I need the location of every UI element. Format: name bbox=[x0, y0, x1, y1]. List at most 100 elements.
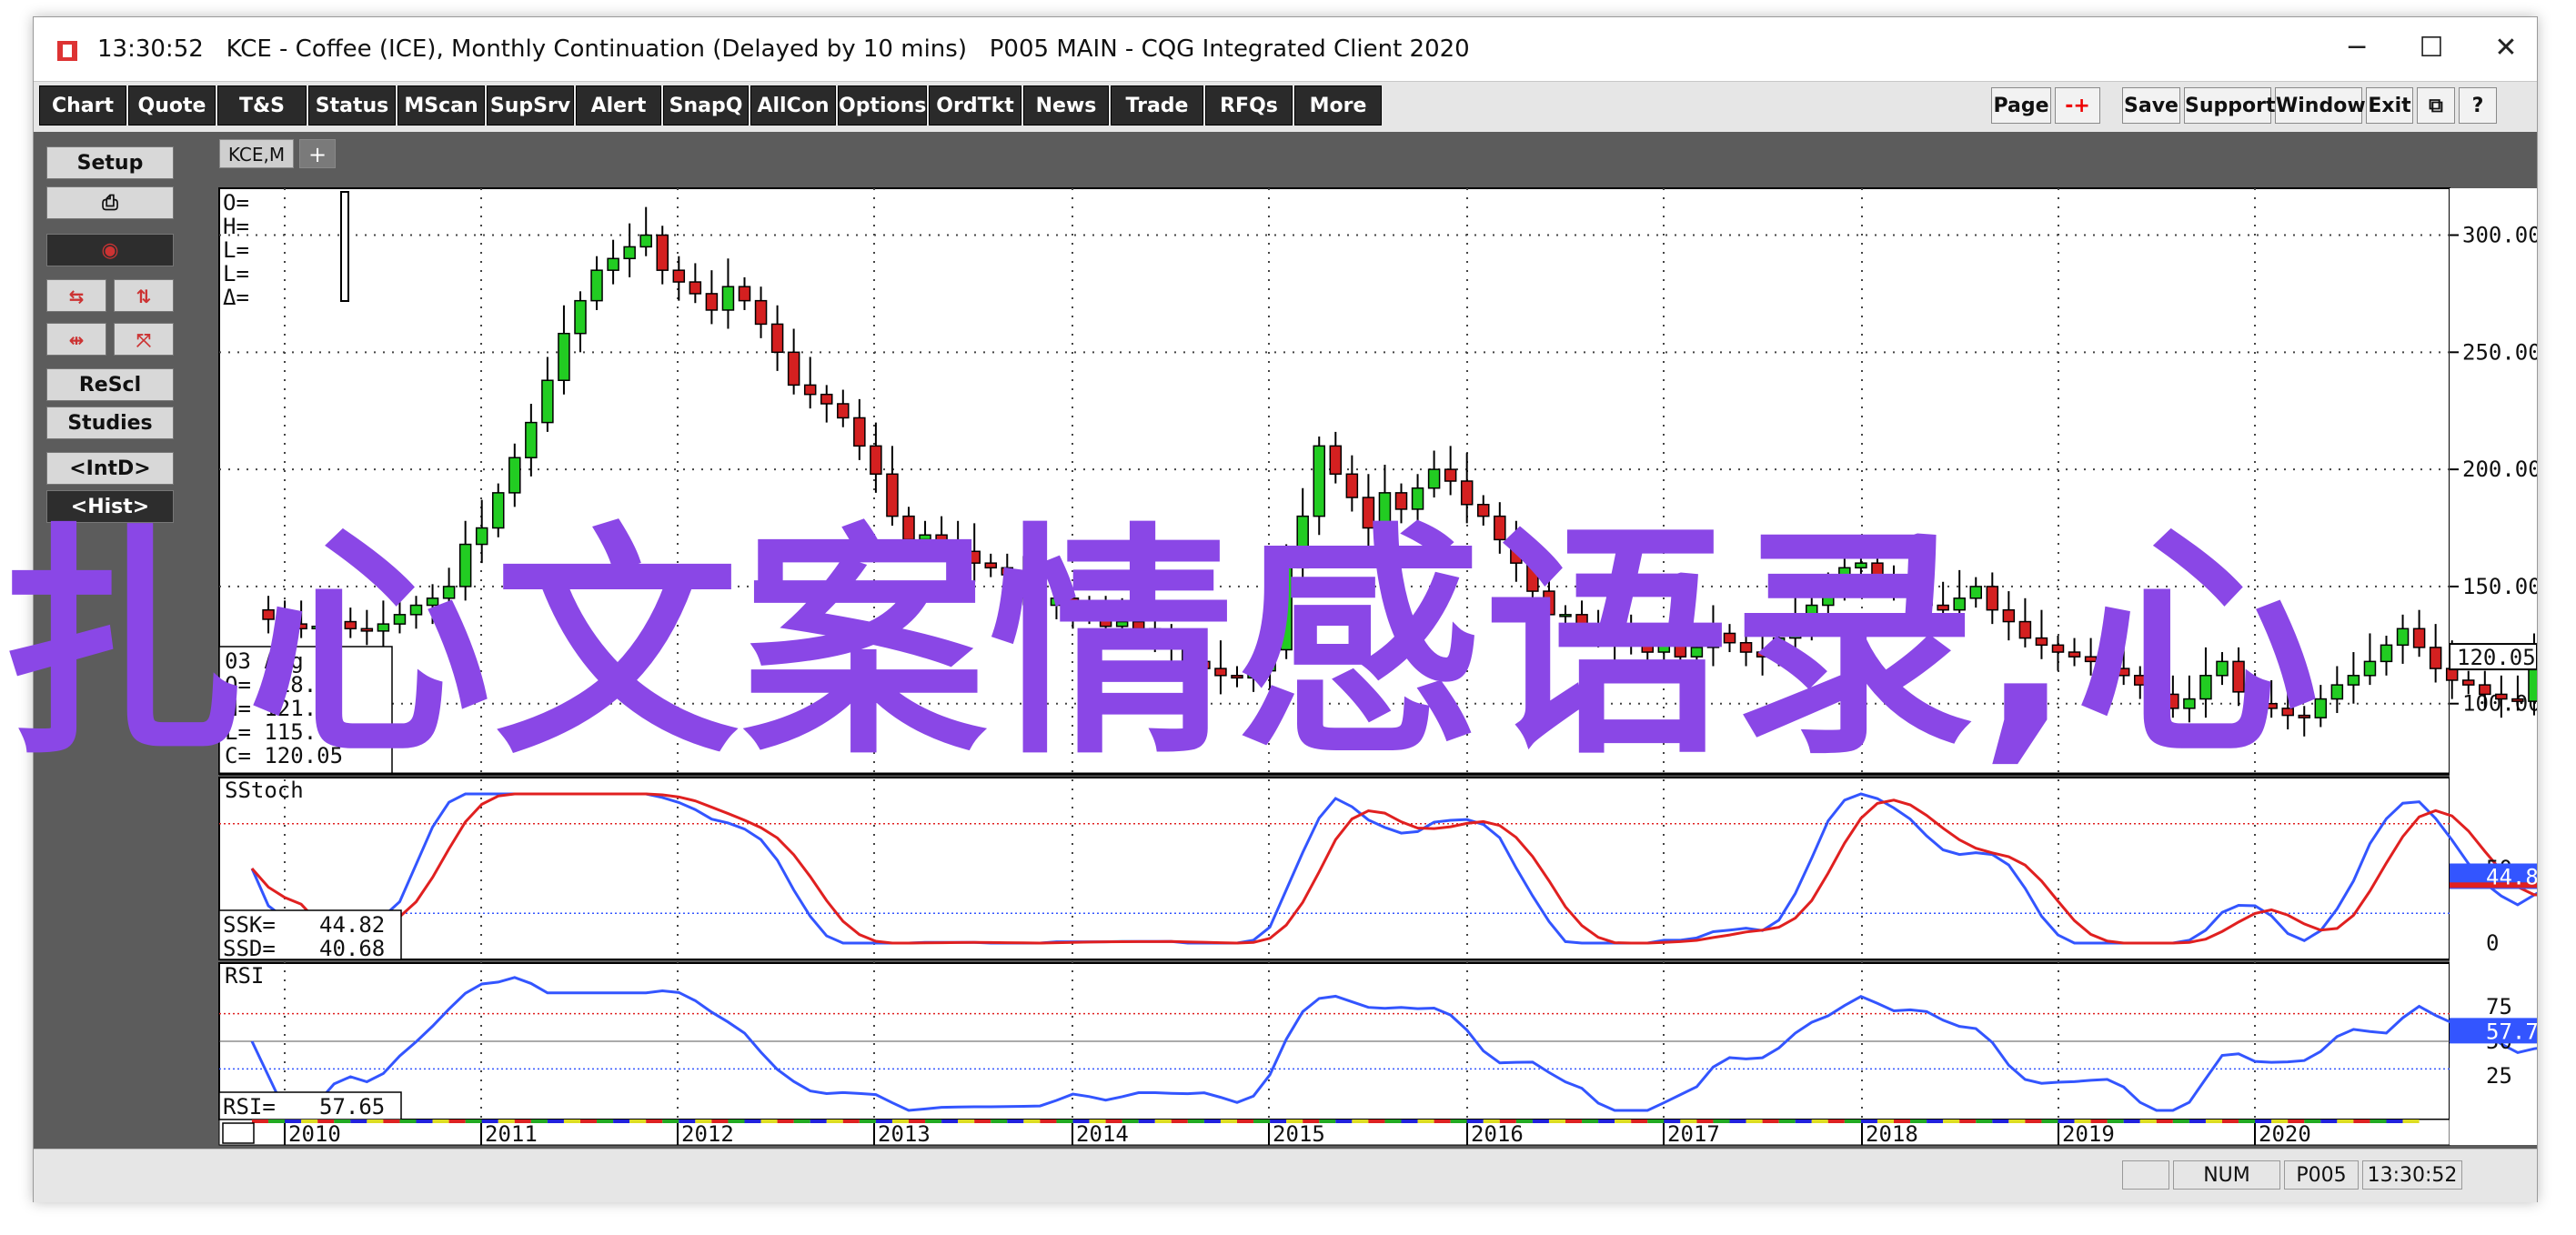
candle-down bbox=[803, 384, 817, 396]
candle-down bbox=[689, 281, 702, 295]
price-label-250: 250.00 bbox=[2462, 339, 2537, 365]
add-tab-button[interactable]: + bbox=[299, 139, 336, 168]
candle-up bbox=[1411, 487, 1424, 510]
toolbar-mscan-button[interactable]: MScan bbox=[397, 85, 485, 126]
month-strip-segment bbox=[2271, 1120, 2289, 1123]
toolbar-quote-button[interactable]: Quote bbox=[128, 85, 216, 126]
month-strip-segment bbox=[514, 1120, 531, 1123]
month-strip-segment bbox=[1319, 1120, 1336, 1123]
rsi-last-label: 57.7 bbox=[2486, 1019, 2537, 1044]
month-strip-segment bbox=[2107, 1120, 2124, 1123]
toolbar-page-button[interactable]: Page bbox=[1991, 87, 2051, 124]
month-strip-segment bbox=[1631, 1120, 1648, 1123]
toolbar-zoom-button[interactable]: -+ bbox=[2055, 87, 2100, 124]
month-strip-segment bbox=[1499, 1120, 1516, 1123]
month-strip-segment bbox=[2205, 1120, 2222, 1123]
month-strip-segment bbox=[793, 1120, 810, 1123]
month-strip-segment bbox=[1910, 1120, 1927, 1123]
maximize-button[interactable]: ☐ bbox=[2404, 30, 2459, 66]
scroll-vertical-button[interactable]: ⇅ bbox=[114, 279, 174, 312]
toolbar-news-button[interactable]: News bbox=[1023, 85, 1109, 126]
print-button[interactable]: ⎙ bbox=[46, 186, 174, 219]
candle-down bbox=[870, 445, 882, 476]
toolbar-restore-button[interactable]: ⧉ bbox=[2417, 87, 2455, 124]
record-button[interactable]: ◉ bbox=[46, 234, 174, 266]
toolbar-options-button[interactable]: Options bbox=[838, 85, 927, 126]
toolbar-rfqs-button[interactable]: RFQs bbox=[1205, 85, 1293, 126]
status-blank bbox=[2122, 1160, 2169, 1190]
close-button[interactable]: ✕ bbox=[2479, 30, 2533, 66]
month-strip-segment bbox=[367, 1120, 384, 1123]
toolbar-supsrv-button[interactable]: SupSrv bbox=[487, 85, 574, 126]
month-strip-segment bbox=[875, 1120, 892, 1123]
toolbar-trade-button[interactable]: Trade bbox=[1111, 85, 1203, 126]
rsi-value: 57.65 bbox=[319, 1094, 385, 1120]
toolbar-support-button[interactable]: Support bbox=[2184, 87, 2275, 124]
toolbar-chart-button[interactable]: Chart bbox=[39, 85, 126, 126]
record-icon: ◉ bbox=[101, 239, 119, 262]
month-strip-segment bbox=[1434, 1120, 1451, 1123]
setup-button[interactable]: Setup bbox=[46, 146, 174, 179]
month-strip-segment bbox=[1203, 1120, 1221, 1123]
month-strip-segment bbox=[1056, 1120, 1073, 1123]
toolbar-alert-button[interactable]: Alert bbox=[576, 85, 661, 126]
candle-up bbox=[541, 379, 554, 424]
month-strip-segment bbox=[2123, 1120, 2140, 1123]
month-strip-segment bbox=[498, 1120, 515, 1123]
month-strip-segment bbox=[1844, 1120, 1861, 1123]
toolbar-window-button[interactable]: Window bbox=[2275, 87, 2366, 124]
month-strip-segment bbox=[1105, 1120, 1122, 1123]
candle-up bbox=[508, 457, 521, 494]
month-strip-segment bbox=[2304, 1120, 2321, 1123]
toolbar-snapq-button[interactable]: SnapQ bbox=[663, 85, 749, 126]
month-strip-segment bbox=[1122, 1120, 1139, 1123]
compress-icon: ⇹ bbox=[68, 329, 85, 351]
toolbar-more-button[interactable]: More bbox=[1294, 85, 1382, 126]
month-strip-segment bbox=[1795, 1120, 1812, 1123]
month-strip-segment bbox=[1992, 1120, 2009, 1123]
app-icon bbox=[57, 41, 77, 61]
month-strip-segment bbox=[728, 1120, 745, 1123]
price-label-200: 200.00 bbox=[2462, 457, 2537, 482]
toolbar-status-button[interactable]: Status bbox=[308, 85, 396, 126]
tab-kce[interactable]: KCE,M bbox=[219, 139, 294, 168]
month-strip-segment bbox=[1286, 1120, 1303, 1123]
expand-icon: ⤧ bbox=[136, 329, 151, 351]
month-strip-segment bbox=[1483, 1120, 1500, 1123]
intraday-button[interactable]: <IntD> bbox=[46, 452, 174, 485]
year-label-2013: 2013 bbox=[878, 1121, 931, 1147]
month-strip-segment bbox=[1532, 1120, 1549, 1123]
candle-up bbox=[1427, 468, 1441, 489]
candle-up bbox=[623, 246, 636, 260]
month-strip-segment bbox=[777, 1120, 794, 1123]
toolbar-save-button[interactable]: Save bbox=[2122, 87, 2180, 124]
month-strip-segment bbox=[646, 1120, 663, 1123]
ohlc-label-2: L= bbox=[223, 237, 249, 263]
toolbar-exit-button[interactable]: Exit bbox=[2366, 87, 2413, 124]
month-strip-segment bbox=[547, 1120, 564, 1123]
rsi-value-label: RSI= bbox=[223, 1094, 276, 1120]
month-strip-segment bbox=[1877, 1120, 1894, 1123]
studies-button[interactable]: Studies bbox=[46, 407, 174, 439]
month-strip-segment bbox=[432, 1120, 449, 1123]
month-strip-segment bbox=[465, 1120, 482, 1123]
toolbar-ordtkt-button[interactable]: OrdTkt bbox=[929, 85, 1021, 126]
month-strip-segment bbox=[1450, 1120, 1467, 1123]
minimize-button[interactable]: ─ bbox=[2329, 30, 2384, 66]
expand-button[interactable]: ⤧ bbox=[114, 323, 174, 356]
year-label-2019: 2019 bbox=[2062, 1121, 2115, 1147]
sstoch-last-label: 44.8 bbox=[2486, 864, 2537, 889]
month-strip-segment bbox=[1466, 1120, 1484, 1123]
month-strip-segment bbox=[416, 1120, 433, 1123]
candle-down bbox=[705, 293, 719, 311]
compress-button[interactable]: ⇹ bbox=[46, 323, 106, 356]
toolbar-help-button[interactable]: ? bbox=[2459, 87, 2497, 124]
toolbar-allcon-button[interactable]: AllCon bbox=[750, 85, 836, 126]
month-strip-segment bbox=[1417, 1120, 1434, 1123]
rsi-axis-2: 25 bbox=[2486, 1063, 2512, 1089]
title-bar[interactable]: 13:30:52 KCE - Coffee (ICE), Monthly Con… bbox=[34, 17, 2537, 81]
rescale-button[interactable]: ReScl bbox=[46, 368, 174, 401]
month-strip-segment bbox=[711, 1120, 729, 1123]
scroll-left-button[interactable]: ⇆ bbox=[46, 279, 106, 312]
toolbar-ts-button[interactable]: T&S bbox=[217, 85, 307, 126]
